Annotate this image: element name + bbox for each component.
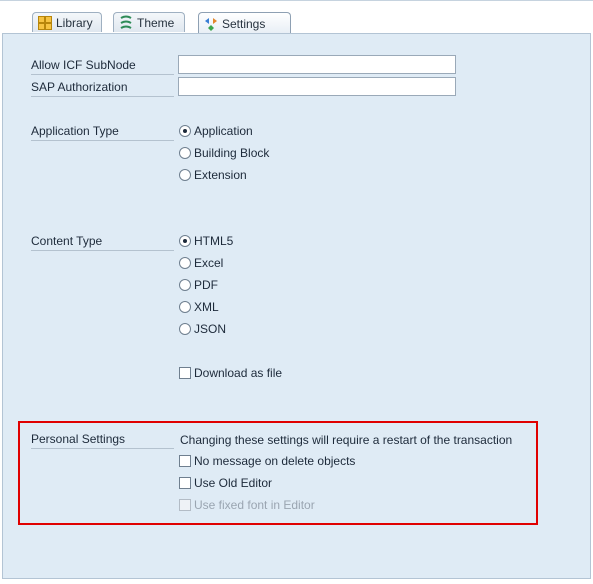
no-message-delete-checkbox[interactable]: No message on delete objects — [179, 454, 355, 468]
radio-json[interactable]: JSON — [179, 322, 226, 336]
radio-selected-icon[interactable] — [179, 125, 191, 137]
checkbox-icon[interactable] — [179, 477, 191, 489]
radio-icon[interactable] — [179, 301, 191, 313]
sap-authorization-label: SAP Authorization — [31, 80, 128, 94]
radio-selected-icon[interactable] — [179, 235, 191, 247]
no-message-delete-label: No message on delete objects — [194, 454, 356, 468]
sap-authorization-underline — [31, 96, 174, 97]
radio-json-label: JSON — [194, 322, 227, 336]
radio-excel[interactable]: Excel — [179, 256, 223, 270]
radio-icon[interactable] — [179, 323, 191, 335]
theme-icon — [120, 15, 132, 29]
download-as-file-checkbox[interactable]: Download as file — [179, 366, 282, 380]
use-old-editor-label: Use Old Editor — [194, 476, 273, 490]
checkbox-icon[interactable] — [179, 367, 191, 379]
use-fixed-font-checkbox: Use fixed font in Editor — [179, 498, 315, 512]
sap-authorization-input[interactable] — [178, 77, 456, 96]
radio-icon[interactable] — [179, 257, 191, 269]
radio-icon[interactable] — [179, 169, 191, 181]
radio-building-block-label: Building Block — [194, 146, 270, 160]
icf-subnode-underline — [31, 74, 174, 75]
library-icon — [38, 15, 52, 30]
content-type-label: Content Type — [31, 234, 103, 248]
checkbox-disabled-icon — [179, 499, 191, 511]
tab-theme[interactable]: Theme — [113, 12, 185, 32]
radio-xml[interactable]: XML — [179, 300, 219, 314]
radio-building-block[interactable]: Building Block — [179, 146, 269, 160]
application-type-underline — [31, 140, 174, 141]
application-type-label: Application Type — [31, 124, 119, 138]
tab-settings-label: Settings — [222, 16, 266, 31]
radio-application-label: Application — [194, 124, 253, 138]
tab-library-label: Library — [56, 15, 93, 30]
tab-library[interactable]: Library — [32, 12, 102, 32]
tab-bar: Library Theme Settings — [0, 12, 593, 34]
radio-pdf[interactable]: PDF — [179, 278, 218, 292]
radio-icon[interactable] — [179, 147, 191, 159]
radio-application[interactable]: Application — [179, 124, 253, 138]
radio-extension[interactable]: Extension — [179, 168, 247, 182]
icf-subnode-label: Allow ICF SubNode — [31, 58, 136, 72]
radio-html5[interactable]: HTML5 — [179, 234, 233, 248]
content-type-underline — [31, 250, 174, 251]
checkbox-icon[interactable] — [179, 455, 191, 467]
tab-theme-label: Theme — [137, 15, 175, 30]
radio-icon[interactable] — [179, 279, 191, 291]
tab-settings[interactable]: Settings — [198, 12, 291, 34]
download-as-file-label: Download as file — [194, 366, 283, 380]
use-fixed-font-label: Use fixed font in Editor — [194, 498, 315, 512]
radio-extension-label: Extension — [194, 168, 247, 182]
radio-html5-label: HTML5 — [194, 234, 234, 248]
restart-note: Changing these settings will require a r… — [180, 433, 513, 447]
radio-pdf-label: PDF — [194, 278, 218, 292]
radio-xml-label: XML — [194, 300, 219, 314]
icf-subnode-input[interactable] — [178, 55, 456, 74]
top-divider — [0, 0, 593, 1]
radio-excel-label: Excel — [194, 256, 224, 270]
use-old-editor-checkbox[interactable]: Use Old Editor — [179, 476, 272, 490]
personal-settings-label: Personal Settings — [31, 432, 126, 446]
settings-icon — [205, 17, 217, 31]
personal-settings-underline — [31, 448, 174, 449]
